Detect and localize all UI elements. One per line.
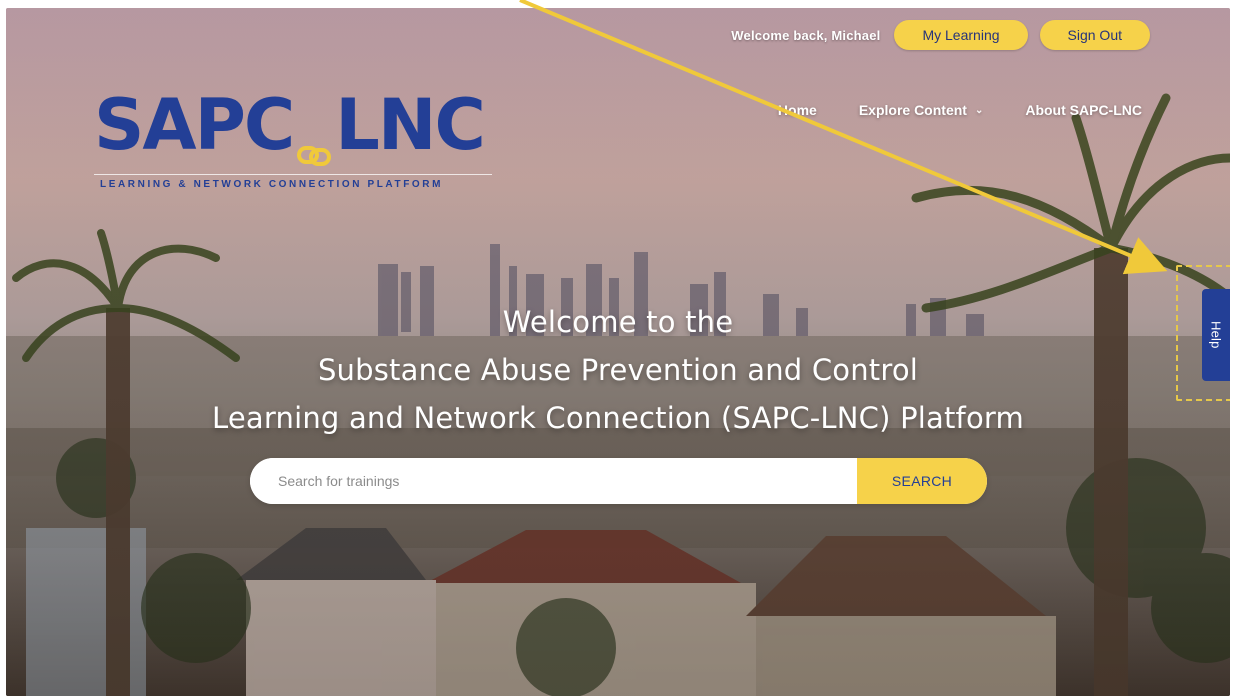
nav-explore-content[interactable]: Explore Content ⌄ xyxy=(859,102,984,118)
hero-line-3: Learning and Network Connection (SAPC-LN… xyxy=(212,401,1024,435)
top-account-bar: Welcome back, Michael My Learning Sign O… xyxy=(731,20,1150,50)
site-logo[interactable]: SAPC LNC LEARNING & NETWORK CONNECTION P… xyxy=(94,90,494,200)
chevron-down-icon: ⌄ xyxy=(974,104,984,116)
logo-left: SAPC xyxy=(94,84,295,166)
nav-about-label: About SAPC-LNC xyxy=(1025,102,1142,118)
nav-about[interactable]: About SAPC-LNC xyxy=(1025,102,1142,118)
browser-viewport: Welcome back, Michael My Learning Sign O… xyxy=(6,8,1230,696)
my-learning-button[interactable]: My Learning xyxy=(894,20,1028,50)
sign-out-button[interactable]: Sign Out xyxy=(1039,20,1150,50)
hero-heading: Welcome to the Substance Abuse Preventio… xyxy=(6,298,1230,442)
search-button[interactable]: SEARCH xyxy=(857,458,987,504)
search-input[interactable] xyxy=(250,458,857,504)
nav-home-label: Home xyxy=(777,102,817,118)
main-navigation: Home Explore Content ⌄ About SAPC-LNC xyxy=(778,102,1142,118)
welcome-message: Welcome back, Michael xyxy=(731,27,881,43)
logo-tagline: LEARNING & NETWORK CONNECTION PLATFORM xyxy=(94,174,492,190)
hero-line-1: Welcome to the xyxy=(502,305,734,339)
nav-home[interactable]: Home xyxy=(778,102,817,118)
logo-right: LNC xyxy=(335,84,486,166)
logo-wordmark: SAPC LNC xyxy=(94,84,494,166)
help-highlight-box: Help xyxy=(1176,265,1230,401)
help-label: Help xyxy=(1208,321,1224,349)
chain-link-icon xyxy=(296,111,332,166)
hero-line-2: Substance Abuse Prevention and Control xyxy=(317,353,919,387)
help-tab[interactable]: Help xyxy=(1202,289,1230,381)
nav-explore-label: Explore Content xyxy=(858,102,967,118)
training-search: SEARCH xyxy=(250,458,987,504)
